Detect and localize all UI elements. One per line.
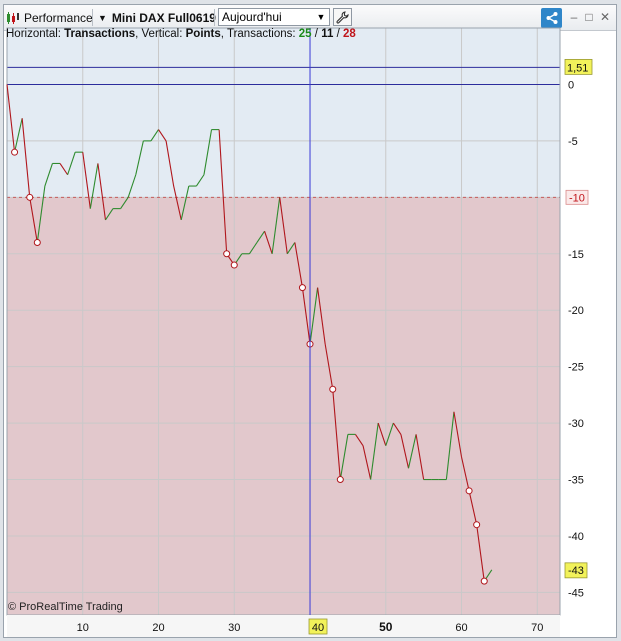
copyright-text: © ProRealTime Trading <box>8 601 123 613</box>
y-tick-label: -5 <box>568 136 578 148</box>
transactions-label: Transactions: <box>226 28 296 40</box>
loss-marker <box>473 521 481 529</box>
share-icon <box>546 12 557 24</box>
separator-slash: / <box>314 28 318 40</box>
separator-slash: / <box>336 28 340 40</box>
vertical-label: Vertical: <box>141 28 183 40</box>
last-value-label: -43 <box>568 565 584 577</box>
loss-marker <box>465 487 473 495</box>
x-axis-area <box>7 615 560 637</box>
upper-line-label: 1,51 <box>567 62 588 74</box>
upper-zone <box>7 28 560 198</box>
vertical-value: Points <box>185 28 221 40</box>
transactions-losses: 28 <box>342 28 356 40</box>
transactions-wins: 11 <box>321 28 334 40</box>
horizontal-value: Transactions <box>64 28 136 40</box>
toolbar-separator <box>214 9 215 26</box>
chart-info-line: Horizontal: Transactions, Vertical: Poin… <box>6 28 356 40</box>
threshold-label: -10 <box>569 192 585 204</box>
loss-marker <box>26 193 34 201</box>
candlestick-icon <box>7 11 19 24</box>
y-tick-label: -20 <box>568 305 584 317</box>
y-tick-label: -25 <box>568 362 584 374</box>
x-tick-label: 70 <box>531 622 543 634</box>
x-tick-label: 20 <box>152 622 164 634</box>
y-tick-label: -30 <box>568 418 584 430</box>
loss-marker <box>329 385 337 393</box>
horizontal-label: Horizontal: <box>6 28 61 40</box>
y-tick-label: -45 <box>568 587 584 599</box>
restore-button[interactable]: □ <box>582 8 596 26</box>
minimize-button[interactable]: – <box>567 8 581 26</box>
loss-marker <box>230 261 238 269</box>
x-tick-label: 10 <box>77 622 89 634</box>
share-button[interactable] <box>541 8 562 28</box>
loss-marker <box>223 250 231 258</box>
loss-marker <box>480 577 488 585</box>
y-tick-label: -15 <box>568 249 584 261</box>
loss-marker <box>336 476 344 484</box>
chevron-down-icon: ▼ <box>316 12 326 22</box>
y-tick-label: -35 <box>568 475 584 487</box>
toolbar-separator <box>92 9 93 26</box>
caret-down-icon: ▼ <box>98 12 107 23</box>
window-title: Performance <box>24 10 93 25</box>
settings-button[interactable] <box>333 8 352 26</box>
x-tick-label: 50 <box>379 620 393 634</box>
loss-marker <box>33 238 41 246</box>
period-select[interactable]: Aujourd'hui ▼ <box>218 8 330 26</box>
y-tick-label: -40 <box>568 531 584 543</box>
loss-marker <box>11 148 19 156</box>
close-button[interactable]: ✕ <box>598 8 612 26</box>
x-tick-label: 30 <box>228 622 240 634</box>
wrench-icon <box>336 10 349 24</box>
loss-marker <box>298 284 306 292</box>
transactions-total: 25 <box>298 28 312 40</box>
x-tick-label: 60 <box>455 622 467 634</box>
period-value: Aujourd'hui <box>222 10 282 24</box>
y-tick-label: 0 <box>568 79 574 91</box>
instrument-name: Mini DAX Full0619 <box>111 10 216 25</box>
cursor-x-label: 40 <box>312 622 324 634</box>
performance-chart[interactable]: 0 -5 -15 -20 -25 -30 -35 -40 -45 -10 1,51 -43 10 20 30… <box>4 26 616 638</box>
lower-zone <box>7 197 560 616</box>
